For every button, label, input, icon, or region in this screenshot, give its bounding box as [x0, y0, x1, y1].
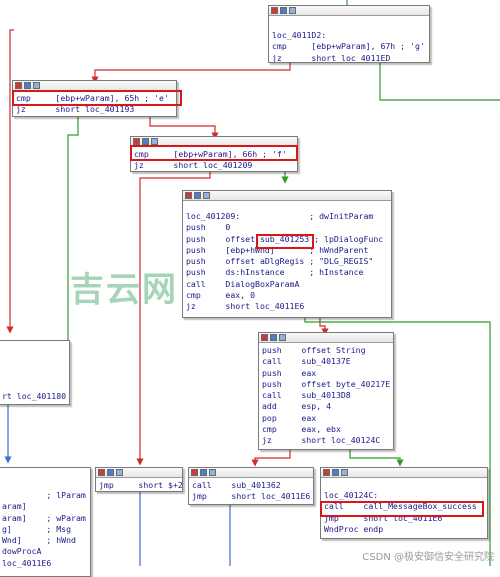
asm-line[interactable]: jmp short loc_4011E6: [192, 491, 310, 502]
code-block-cmp-66h[interactable]: cmp [ebp+wParam], 66h ; 'f' jz short loc…: [130, 136, 298, 172]
asm-line[interactable]: jz short loc_4011ED: [272, 53, 426, 62]
asm-line[interactable]: cmp eax, ebx: [262, 424, 390, 435]
group-icon[interactable]: [209, 469, 216, 476]
asm-line[interactable]: rt loc_401180: [2, 391, 66, 402]
asm-line[interactable]: push [ebp+hWnd] ; hWndParent: [186, 245, 388, 256]
edge-top-right: [379, 63, 500, 101]
asm-line[interactable]: jmp short loc_4011E6: [324, 513, 484, 524]
edge-left-red: [6, 29, 14, 334]
asm-line[interactable]: jz short loc_40124C: [262, 435, 390, 446]
asm-line[interactable]: jz short loc_401193: [16, 104, 173, 115]
block-titlebar: [321, 468, 487, 478]
code-block-left-bottom-partial[interactable]: ; lParam aram] aram] ; wParam g] ; Msg W…: [0, 467, 91, 577]
graph-icon[interactable]: [194, 192, 201, 199]
code-block-string-check[interactable]: push offset String call sub_40137E push …: [258, 332, 394, 450]
asm-line[interactable]: aram]: [2, 501, 87, 512]
edge-b209-to-bstr: [319, 318, 329, 336]
block-titlebar: [183, 191, 391, 201]
graph-icon[interactable]: [270, 334, 277, 341]
asm-line[interactable]: push offset String: [262, 345, 390, 356]
asm-line[interactable]: push offset aDlgRegis ; "DLG_REGIS": [186, 256, 388, 267]
asm-line[interactable]: push offset byte_40217E: [262, 379, 390, 390]
asm-line[interactable]: cmp [ebp+wParam], 66h ; 'f': [134, 149, 294, 160]
color-icon[interactable]: [133, 138, 140, 145]
block-titlebar: [269, 6, 429, 16]
graph-icon[interactable]: [107, 469, 114, 476]
group-icon[interactable]: [289, 7, 296, 14]
code-block-jmp[interactable]: jmp short $+2: [95, 467, 183, 492]
color-icon[interactable]: [98, 469, 105, 476]
asm-line[interactable]: g] ; Msg: [2, 524, 87, 535]
asm-line[interactable]: loc_40124C:: [324, 490, 484, 501]
group-icon[interactable]: [151, 138, 158, 145]
block-titlebar: [96, 468, 182, 478]
asm-line[interactable]: pop eax: [262, 413, 390, 424]
group-icon[interactable]: [33, 82, 40, 89]
group-icon[interactable]: [203, 192, 210, 199]
edge-bstr-to-bcall: [251, 450, 291, 467]
asm-line[interactable]: push eax: [262, 368, 390, 379]
asm-line[interactable]: dowProcA: [2, 546, 87, 557]
footer-credit: CSDN @极安御信安全研究院: [362, 552, 494, 563]
asm-line[interactable]: push ds:hInstance ; hInstance: [186, 267, 388, 278]
graph-icon[interactable]: [24, 82, 31, 89]
graph-icon[interactable]: [200, 469, 207, 476]
group-icon[interactable]: [279, 334, 286, 341]
asm-line[interactable]: ; lParam: [2, 490, 87, 501]
asm-line[interactable]: WndProc endp: [324, 524, 484, 535]
asm-line[interactable]: call sub_4013D8: [262, 390, 390, 401]
edge-bstr-to-b24c: [349, 450, 404, 467]
asm-line[interactable]: loc_4011E6: [2, 558, 87, 569]
color-icon[interactable]: [191, 469, 198, 476]
code-block-loc-40124C[interactable]: loc_40124C: call call_MessageBox_success…: [320, 467, 488, 539]
asm-line[interactable]: cmp eax, 0: [186, 290, 388, 301]
color-icon[interactable]: [323, 469, 330, 476]
asm-line[interactable]: jz short loc_4011E6: [186, 301, 388, 312]
edge-top-to-b65: [91, 63, 291, 84]
asm-line[interactable]: call sub_401362: [192, 480, 310, 491]
code-block-loc-4011D2[interactable]: loc_4011D2: cmp [ebp+wParam], 67h ; 'g' …: [268, 5, 430, 63]
asm-line[interactable]: jz short loc_401209: [134, 160, 294, 171]
graph-icon[interactable]: [142, 138, 149, 145]
asm-line[interactable]: call call_MessageBox_success: [324, 501, 484, 512]
code-block-cmp-65h[interactable]: cmp [ebp+wParam], 65h ; 'e' jz short loc…: [12, 80, 177, 117]
code-block-left-partial[interactable]: rt loc_401180: [0, 340, 70, 405]
asm-line[interactable]: push 0: [186, 222, 388, 233]
watermark: 吉云网: [70, 270, 178, 310]
asm-line[interactable]: call DialogBoxParamA: [186, 279, 388, 290]
code-block-call-sub-401362[interactable]: call sub_401362 jmp short loc_4011E6: [188, 467, 314, 505]
color-icon[interactable]: [271, 7, 278, 14]
asm-line[interactable]: push offset sub_401253 ; lpDialogFunc: [186, 234, 388, 245]
color-icon[interactable]: [185, 192, 192, 199]
asm-line[interactable]: loc_401209: ; dwInitParam: [186, 211, 388, 222]
color-icon[interactable]: [261, 334, 268, 341]
group-icon[interactable]: [116, 469, 123, 476]
group-icon[interactable]: [341, 469, 348, 476]
block-titlebar: [259, 333, 393, 343]
asm-line[interactable]: Wnd] ; hWnd: [2, 535, 87, 546]
graph-icon[interactable]: [332, 469, 339, 476]
asm-line[interactable]: loc_4011D2:: [272, 30, 426, 41]
asm-line[interactable]: add esp, 4: [262, 401, 390, 412]
asm-line[interactable]: aram] ; wParam: [2, 513, 87, 524]
asm-line[interactable]: call sub_40137E: [262, 356, 390, 367]
asm-line[interactable]: cmp [ebp+wParam], 65h ; 'e': [16, 93, 173, 104]
asm-line[interactable]: cmp [ebp+wParam], 67h ; 'g': [272, 41, 426, 52]
block-titlebar: [189, 468, 313, 478]
color-icon[interactable]: [15, 82, 22, 89]
edge-b65-to-b66: [149, 117, 219, 140]
code-block-loc-401209[interactable]: loc_401209: ; dwInitParam push 0 push of…: [182, 190, 392, 318]
graph-icon[interactable]: [280, 7, 287, 14]
block-titlebar: [131, 137, 297, 147]
asm-line[interactable]: jmp short $+2: [99, 480, 182, 491]
block-titlebar: [13, 81, 176, 91]
